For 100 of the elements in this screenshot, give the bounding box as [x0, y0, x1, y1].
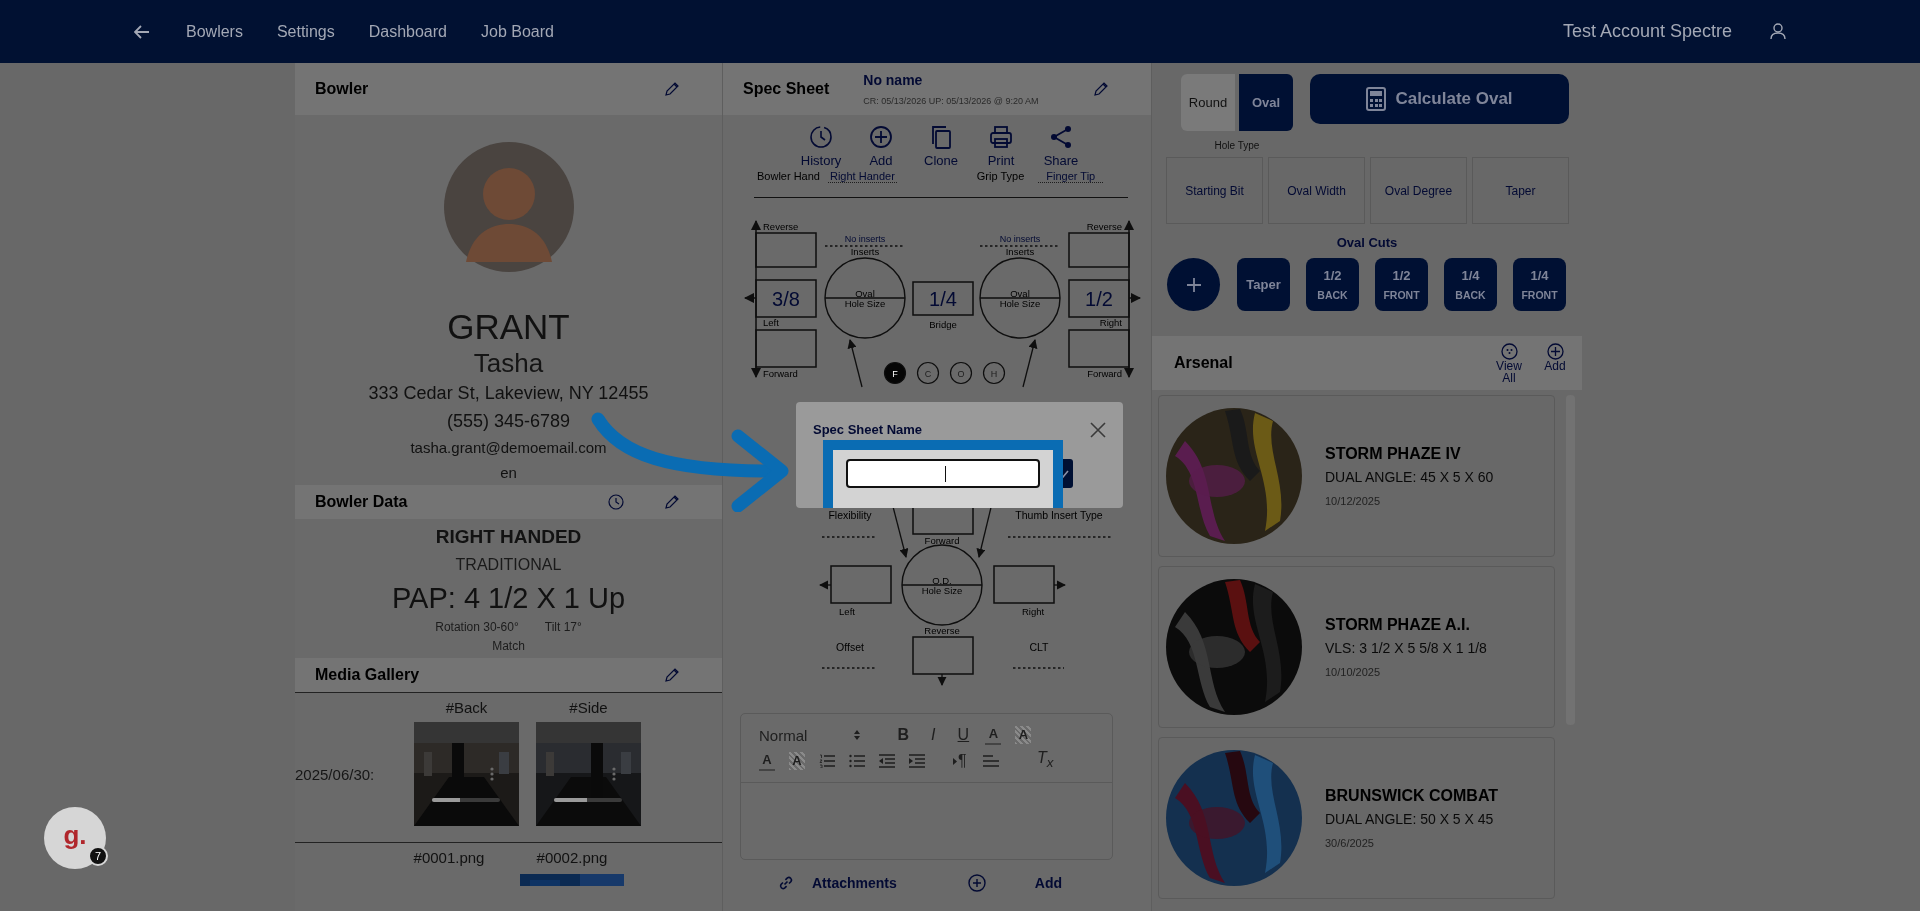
- arrow: [937, 673, 947, 686]
- add-link[interactable]: Add: [1034, 875, 1062, 891]
- add-button[interactable]: Add: [1538, 342, 1572, 372]
- user-icon[interactable]: [1770, 23, 1786, 40]
- link-icon[interactable]: [777, 874, 795, 892]
- bold-button[interactable]: B: [895, 726, 912, 744]
- close-icon[interactable]: [1090, 422, 1106, 438]
- nav-link[interactable]: Dashboard: [368, 22, 447, 41]
- oval-field[interactable]: Oval Degree: [1370, 157, 1467, 224]
- calculate-button[interactable]: Calculate Oval: [1310, 74, 1569, 124]
- clear-format-button[interactable]: T$_{x}$: [1037, 749, 1054, 773]
- edit-icon[interactable]: [664, 494, 680, 510]
- numbered-list-icon[interactable]: [819, 754, 835, 768]
- text-color-button[interactable]: A: [985, 725, 1002, 745]
- ball-card[interactable]: BRUNSWICK COMBAT DUAL ANGLE: 50 X 5 X 45 30/6/2025: [1158, 737, 1555, 899]
- diagram-label: Forward: [763, 368, 798, 379]
- rotation: Rotation 30-60°: [435, 619, 519, 636]
- arrow: [847, 339, 863, 388]
- diagram-label: Inserts: [850, 246, 880, 257]
- oval-cut-button[interactable]: 1/2 FRONT: [1375, 258, 1428, 311]
- video-tag: #Back: [414, 699, 519, 716]
- oval-field[interactable]: Starting Bit: [1166, 157, 1263, 224]
- ball-date: 10/10/2025: [1325, 666, 1382, 678]
- fit-option[interactable]: C: [916, 361, 940, 385]
- underline-button[interactable]: U: [955, 726, 972, 744]
- last-name: GRANT: [447, 307, 570, 347]
- oval-cut-button[interactable]: 1/2 BACK: [1306, 258, 1359, 311]
- diagram-label: Bridge: [929, 319, 957, 330]
- more-icon[interactable]: [612, 767, 616, 781]
- nav-link[interactable]: Settings: [276, 22, 335, 41]
- oval-cut-button[interactable]: 1/4 BACK: [1444, 258, 1497, 311]
- arrow: [1022, 339, 1038, 388]
- ball-layout: DUAL ANGLE: 45 X 5 X 60: [1325, 469, 1494, 485]
- measure-field[interactable]: [1068, 232, 1130, 268]
- measure-field[interactable]: [1068, 329, 1130, 368]
- bullet-list-icon[interactable]: [849, 754, 865, 768]
- measure-field[interactable]: 1/2: [1068, 279, 1130, 318]
- text-editor[interactable]: Normal B I U A A A A ¶ T$_{x}$: [740, 713, 1113, 860]
- diagram-label: Inserts: [1005, 246, 1035, 257]
- add-button[interactable]: [1167, 258, 1220, 311]
- edit-icon[interactable]: [1093, 81, 1109, 97]
- measure-field[interactable]: 3/8: [755, 279, 817, 318]
- ball-card[interactable]: STORM PHAZE A.I. VLS: 3 1/2 X 5 5/8 X 1 1/8 10/10/2025: [1158, 566, 1555, 728]
- measure-field[interactable]: [993, 565, 1055, 604]
- diagram-label: Reverse: [924, 625, 960, 636]
- toolbar-button[interactable]: History: [800, 125, 842, 168]
- field-value[interactable]: Finger Tip: [1038, 170, 1104, 183]
- name-input[interactable]: [846, 459, 1040, 488]
- diagram-label: Forward: [1087, 368, 1122, 379]
- ball-card[interactable]: STORM PHAZE IV DUAL ANGLE: 45 X 5 X 60 10/12/2025: [1158, 395, 1555, 557]
- diagram-label: Right: [1099, 317, 1122, 328]
- toolbar-button[interactable]: Add: [860, 125, 902, 168]
- printer-icon: [989, 125, 1013, 149]
- history-icon[interactable]: [608, 494, 624, 510]
- oval-field[interactable]: Taper: [1472, 157, 1569, 224]
- indent-icon[interactable]: [909, 754, 925, 768]
- nav-link[interactable]: Job Board: [481, 22, 554, 41]
- diagram-label: Offset: [836, 641, 864, 653]
- outdent-icon[interactable]: [879, 754, 895, 768]
- email: tasha.grant@demoemail.com: [410, 438, 607, 458]
- progress-bar[interactable]: [554, 798, 622, 802]
- measure-field[interactable]: [830, 565, 892, 604]
- field-value[interactable]: Right Hander: [828, 170, 897, 183]
- pap-value: PAP: 4 1/2 X 1 Up: [391, 581, 626, 616]
- ball-date: 30/6/2025: [1325, 837, 1375, 849]
- align-icon[interactable]: [983, 754, 999, 768]
- measure-field[interactable]: 1/4: [912, 281, 974, 316]
- add-icon[interactable]: [967, 874, 986, 892]
- phone-number: (555) 345-6789: [446, 410, 571, 433]
- hole-type-option[interactable]: Round: [1181, 74, 1235, 131]
- oval-field[interactable]: Oval Width: [1268, 157, 1365, 224]
- view-all-button[interactable]: View All: [1492, 342, 1526, 384]
- highlight-color-button[interactable]: A: [789, 752, 805, 770]
- highlight-color-button[interactable]: A: [1015, 726, 1032, 744]
- toolbar-button[interactable]: Share: [1040, 125, 1082, 168]
- fit-option[interactable]: F: [883, 361, 907, 385]
- measure-field[interactable]: [755, 329, 817, 368]
- toolbar-button[interactable]: Print: [980, 125, 1022, 168]
- oval-cut-button[interactable]: 1/4 FRONT: [1513, 258, 1566, 311]
- more-icon[interactable]: [490, 767, 494, 781]
- inserts-value[interactable]: No inserts: [999, 234, 1041, 244]
- diagram-label: Hole Size: [921, 585, 963, 596]
- nav-link[interactable]: Bowlers: [186, 22, 243, 41]
- measure-field[interactable]: [755, 232, 817, 268]
- format-select[interactable]: Normal: [759, 726, 862, 744]
- progress-bar[interactable]: [432, 798, 500, 802]
- italic-button[interactable]: I: [925, 726, 942, 744]
- back-arrow-icon[interactable]: [134, 24, 150, 39]
- fit-option[interactable]: O: [949, 361, 973, 385]
- inserts-value[interactable]: No inserts: [844, 234, 886, 244]
- oval-cut-button[interactable]: Taper: [1237, 258, 1290, 311]
- edit-icon[interactable]: [664, 667, 680, 683]
- oval-cuts-title: Oval Cuts: [1335, 235, 1399, 250]
- measure-field[interactable]: [912, 636, 974, 675]
- hole-type-option[interactable]: Oval: [1239, 74, 1293, 131]
- confirm-button[interactable]: [1063, 459, 1073, 488]
- toolbar-button[interactable]: Clone: [920, 125, 962, 168]
- text-color-button[interactable]: A: [759, 751, 775, 771]
- edit-icon[interactable]: [664, 81, 680, 97]
- text-direction-button[interactable]: ¶: [953, 752, 969, 770]
